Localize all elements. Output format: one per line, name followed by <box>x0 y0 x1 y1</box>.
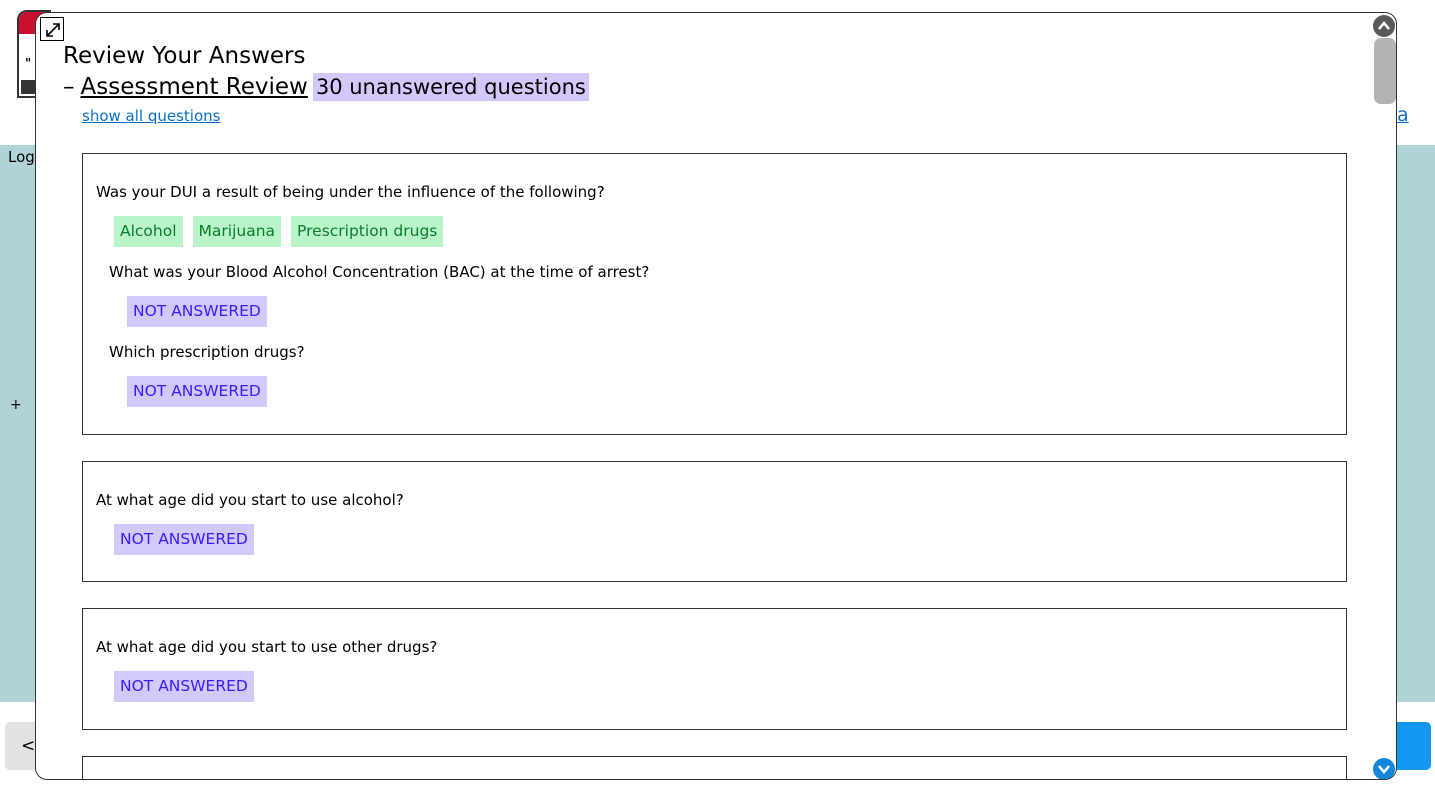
not-answered-chip[interactable]: NOT ANSWERED <box>114 671 254 702</box>
followup-question-text: What was your Blood Alcohol Concentratio… <box>109 263 650 281</box>
expand-button[interactable] <box>40 17 64 41</box>
followup-answer-row: NOT ANSWERED <box>127 376 267 407</box>
question-text: At what age did you start to use alcohol… <box>96 491 404 509</box>
question-text: At what age did you start to use other d… <box>96 638 438 656</box>
chevron-up-icon <box>1378 21 1390 30</box>
answer-row: NOT ANSWERED <box>114 524 254 555</box>
answer-row: NOT ANSWERED <box>114 671 254 702</box>
background-page-title <box>553 0 883 8</box>
answer-chip: Alcohol <box>114 216 183 247</box>
answer-chip: Prescription drugs <box>291 216 444 247</box>
scroll-up-button[interactable] <box>1373 15 1395 37</box>
review-answers-modal: Review Your Answers – Assessment Review 30… <box>35 12 1397 780</box>
followup-question-text: Which prescription drugs? <box>109 343 305 361</box>
background-plus-label: + <box>10 397 22 413</box>
answer-list: Alcohol Marijuana Prescription drugs <box>114 216 444 247</box>
section-header: – Assessment Review 30 unanswered question… <box>63 73 589 101</box>
background-label: Log <box>8 148 35 166</box>
chevron-down-icon <box>1378 765 1390 774</box>
question-card: At what age did you start to use other d… <box>82 608 1347 730</box>
expand-icon <box>46 23 60 37</box>
unanswered-count-badge: 30 unanswered questions <box>312 73 589 101</box>
section-link[interactable]: Assessment Review <box>81 74 308 100</box>
scrollbar-thumb[interactable] <box>1374 38 1396 104</box>
question-card: Was your DUI a result of being under the… <box>82 153 1347 435</box>
scroll-down-button[interactable] <box>1373 758 1395 779</box>
question-text: Was your DUI a result of being under the… <box>96 183 605 201</box>
background-link[interactable]: a <box>1397 104 1409 126</box>
question-card <box>82 756 1347 779</box>
not-answered-chip[interactable]: NOT ANSWERED <box>127 376 267 407</box>
followup-answer-row: NOT ANSWERED <box>127 296 267 327</box>
answer-chip: Marijuana <box>192 216 282 247</box>
not-answered-chip[interactable]: NOT ANSWERED <box>114 524 254 555</box>
question-card: At what age did you start to use alcohol… <box>82 461 1347 582</box>
collapse-toggle[interactable]: – <box>63 74 75 100</box>
not-answered-chip[interactable]: NOT ANSWERED <box>127 296 267 327</box>
show-all-questions-link[interactable]: show all questions <box>82 107 220 125</box>
modal-title: Review Your Answers <box>63 43 306 69</box>
